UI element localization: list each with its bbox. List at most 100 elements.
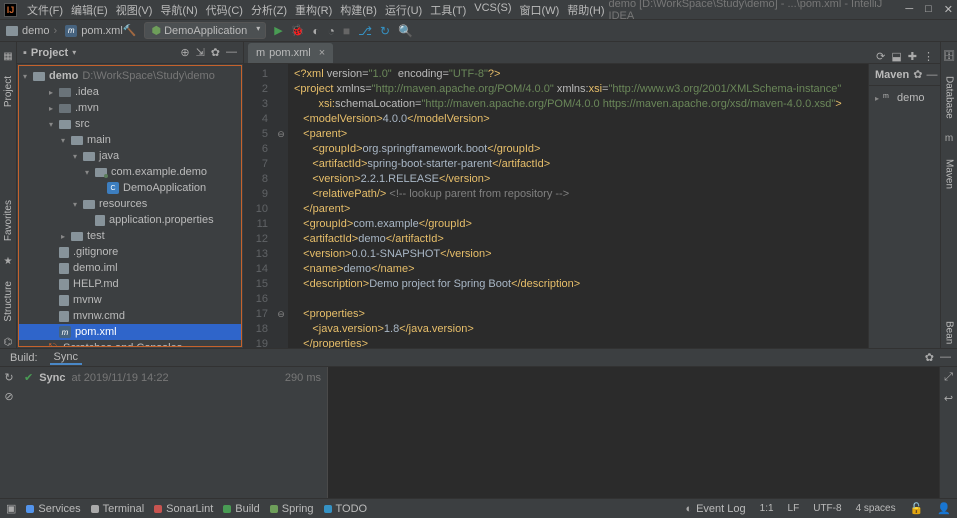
run-config-select[interactable]: ⬢DemoApplication: [144, 22, 266, 39]
tree-item[interactable]: ▸⎋Scratches and Consoles: [19, 340, 241, 347]
tree-item[interactable]: ▾com.example.demo: [19, 164, 241, 180]
stop-icon[interactable]: ■: [343, 24, 350, 38]
favorites-icon[interactable]: ★: [2, 255, 14, 267]
tree-item[interactable]: ▸test: [19, 228, 241, 244]
maximize-icon[interactable]: □: [925, 3, 932, 16]
lock-icon[interactable]: 🔓: [910, 502, 924, 515]
run-icon[interactable]: ▶: [274, 24, 282, 37]
locate-icon[interactable]: ⊕: [180, 46, 189, 59]
event-log[interactable]: ◐Event Log: [685, 503, 745, 515]
hide-icon[interactable]: —: [940, 351, 951, 364]
left-tab-favorites[interactable]: Favorites: [3, 196, 14, 245]
tree-item[interactable]: ▾main: [19, 132, 241, 148]
hide-icon[interactable]: —: [226, 46, 237, 59]
code-editor[interactable]: 1234567891011121314151617181920212223242…: [244, 64, 868, 348]
tree-item[interactable]: mvnw.cmd: [19, 308, 241, 324]
tree-item[interactable]: ▸.mvn: [19, 100, 241, 116]
menu-item[interactable]: 代码(C): [202, 2, 247, 18]
tree-item[interactable]: mvnw: [19, 292, 241, 308]
panel-collapse-icon[interactable]: ▪: [23, 47, 27, 59]
close-icon[interactable]: ✕: [944, 3, 953, 16]
generate-icon[interactable]: ✚: [908, 50, 917, 63]
more-icon[interactable]: ⋮: [923, 50, 934, 63]
tree-item[interactable]: ▾resources: [19, 196, 241, 212]
search-icon[interactable]: 🔍: [398, 24, 413, 38]
vcs-icon[interactable]: ⎇: [358, 24, 372, 38]
status-terminal[interactable]: Terminal: [91, 503, 145, 515]
tree-item[interactable]: ▾java: [19, 148, 241, 164]
load-changes-icon[interactable]: ⟳: [876, 50, 885, 63]
status-spring[interactable]: Spring: [270, 503, 314, 515]
maven-project-item[interactable]: ▸ m demo: [871, 90, 938, 106]
menu-item[interactable]: 运行(U): [381, 2, 426, 18]
build-tab-sync[interactable]: Sync: [50, 351, 82, 365]
tab-close-icon[interactable]: ×: [319, 47, 325, 59]
app-logo: IJ: [4, 3, 17, 17]
project-tool-icon[interactable]: ▦: [2, 50, 14, 62]
filter-icon[interactable]: ⊘: [4, 390, 13, 403]
left-tab-project[interactable]: Project: [3, 72, 14, 111]
menu-item[interactable]: 文件(F): [23, 2, 67, 18]
menu-item[interactable]: VCS(S): [470, 2, 515, 18]
menu-item[interactable]: 工具(T): [426, 2, 470, 18]
tree-item[interactable]: HELP.md: [19, 276, 241, 292]
download-icon[interactable]: ⬓: [891, 50, 901, 63]
menu-item[interactable]: 构建(B): [336, 2, 381, 18]
status-todo[interactable]: TODO: [324, 503, 368, 515]
gear-icon[interactable]: ✿: [913, 68, 922, 81]
build-right-toolbar: ⤢ ↩: [939, 367, 957, 498]
tree-item[interactable]: application.properties: [19, 212, 241, 228]
build-output[interactable]: [328, 367, 939, 498]
tab-pom[interactable]: m pom.xml ×: [248, 43, 333, 63]
menu-item[interactable]: 窗口(W): [516, 2, 564, 18]
tree-item[interactable]: demo.iml: [19, 260, 241, 276]
database-icon[interactable]: 🗄: [943, 50, 955, 62]
collapse-all-icon[interactable]: ⇲: [196, 46, 205, 59]
left-tab-structure[interactable]: Structure: [3, 277, 14, 326]
hide-icon[interactable]: —: [926, 69, 937, 81]
rerun-icon[interactable]: ↻: [4, 371, 13, 384]
indent[interactable]: 4 spaces: [856, 503, 896, 514]
right-tab-maven[interactable]: Maven: [944, 155, 955, 193]
tool-window-icon[interactable]: ▣: [6, 502, 16, 515]
build-icon[interactable]: 🔨: [123, 24, 137, 37]
caret-pos[interactable]: 1:1: [760, 503, 774, 514]
right-tab-database[interactable]: Database: [944, 72, 955, 123]
soft-wrap-icon[interactable]: ↩: [944, 392, 953, 405]
coverage-icon[interactable]: ◐: [312, 24, 319, 38]
tree-item[interactable]: CDemoApplication: [19, 180, 241, 196]
profile-icon[interactable]: ◔: [328, 24, 335, 38]
status-bar: ▣ Services Terminal SonarLint Build Spring TO…: [0, 498, 957, 518]
tree-root[interactable]: ▾ demo D:\WorkSpace\Study\demo: [19, 68, 241, 84]
tree-item[interactable]: ▾src: [19, 116, 241, 132]
menu-item[interactable]: 编辑(E): [67, 2, 112, 18]
tree-item[interactable]: .gitignore: [19, 244, 241, 260]
menu-item[interactable]: 重构(R): [291, 2, 336, 18]
menu-item[interactable]: 帮助(H): [563, 2, 608, 18]
update-icon[interactable]: ↻: [380, 24, 390, 38]
tree-item[interactable]: mpom.xml: [19, 324, 241, 340]
project-tree[interactable]: ▾ demo D:\WorkSpace\Study\demo ▸.idea▸.m…: [18, 65, 242, 347]
settings-icon[interactable]: ✿: [211, 46, 220, 59]
right-tab-bean[interactable]: Bean: [944, 317, 955, 348]
status-build[interactable]: Build: [223, 503, 259, 515]
breadcrumb-file[interactable]: pom.xml: [81, 25, 123, 37]
menu-item[interactable]: 视图(V): [112, 2, 157, 18]
structure-icon[interactable]: ⌬: [2, 336, 14, 348]
minimize-icon[interactable]: ─: [905, 3, 913, 16]
inspector-icon[interactable]: 👤: [937, 502, 951, 515]
gear-icon[interactable]: ✿: [925, 351, 934, 364]
status-services[interactable]: Services: [26, 503, 80, 515]
code-body[interactable]: <?xml version="1.0" encoding="UTF-8"?><p…: [288, 64, 868, 348]
debug-icon[interactable]: 🐞: [291, 24, 305, 37]
encoding[interactable]: UTF-8: [813, 503, 841, 514]
build-tree[interactable]: ✔ Sync at 2019/11/19 14:22 290 ms: [18, 367, 328, 498]
menu-item[interactable]: 分析(Z): [247, 2, 291, 18]
breadcrumb-root[interactable]: demo: [22, 25, 50, 37]
line-sep[interactable]: LF: [788, 503, 800, 514]
menu-item[interactable]: 导航(N): [156, 2, 201, 18]
tree-item[interactable]: ▸.idea: [19, 84, 241, 100]
expand-icon[interactable]: ⤢: [944, 371, 953, 384]
maven-tool-icon[interactable]: m: [943, 133, 955, 145]
status-sonarlint[interactable]: SonarLint: [154, 503, 213, 515]
